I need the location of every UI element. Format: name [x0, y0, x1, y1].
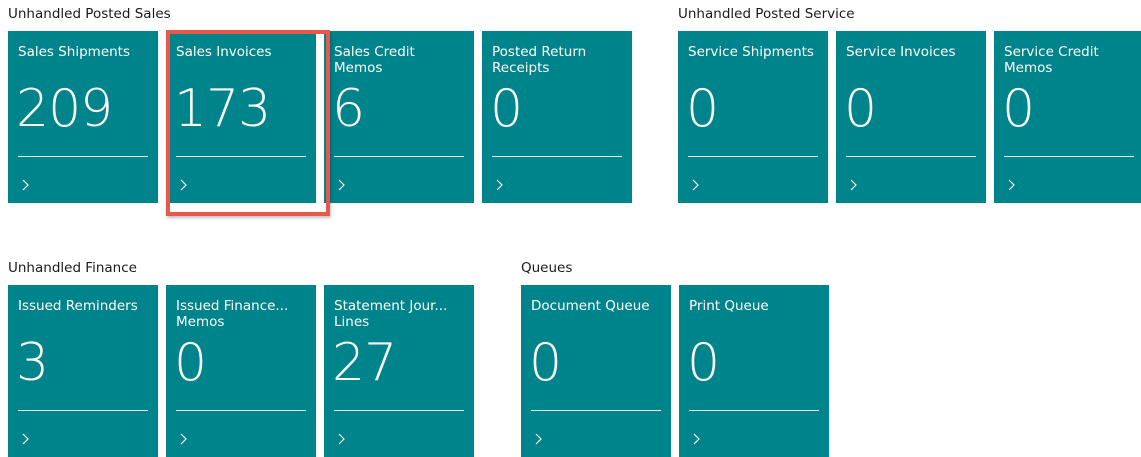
tile-row: Document Queue 0 Print Queue 0 [521, 285, 829, 457]
tile-label: Posted Return Receipts [492, 44, 587, 76]
tile-label: Statement Jour... Lines [334, 298, 448, 330]
tile-posted-return-receipts[interactable]: Posted Return Receipts 0 [482, 31, 632, 203]
group-title: Queues [521, 260, 573, 276]
tile-count: 0 [687, 333, 720, 393]
tile-label: Sales Credit Memos [334, 44, 415, 76]
group-title: Unhandled Finance [8, 260, 137, 276]
tile-row: Sales Shipments 209 Sales Invoices 173 S… [8, 31, 632, 203]
divider [846, 156, 976, 157]
divider [1004, 156, 1134, 157]
tile-label: Issued Reminders [18, 298, 138, 314]
tile-count: 0 [844, 79, 877, 139]
tile-label: Service Credit Memos [1004, 44, 1099, 76]
tile-count: 6 [332, 79, 365, 139]
tile-count: 0 [529, 333, 562, 393]
tile-label: Document Queue [531, 298, 650, 314]
tile-label: Issued Finance... Memos [176, 298, 289, 330]
group-title: Unhandled Posted Sales [8, 6, 171, 22]
chevron-right-icon[interactable] [494, 179, 506, 191]
divider [688, 156, 818, 157]
divider [334, 156, 464, 157]
tile-sales-shipments[interactable]: Sales Shipments 209 [8, 31, 158, 203]
chevron-right-icon[interactable] [336, 179, 348, 191]
divider [176, 410, 306, 411]
chevron-right-icon[interactable] [533, 433, 545, 445]
divider [18, 156, 148, 157]
tile-service-shipments[interactable]: Service Shipments 0 [678, 31, 828, 203]
tile-sales-credit-memos[interactable]: Sales Credit Memos 6 [324, 31, 474, 203]
tile-label: Service Invoices [846, 44, 956, 60]
tile-label: Print Queue [689, 298, 769, 314]
chevron-right-icon[interactable] [336, 433, 348, 445]
tile-count: 27 [332, 333, 397, 393]
tile-count: 0 [686, 79, 719, 139]
divider [334, 410, 464, 411]
group-title: Unhandled Posted Service [678, 6, 855, 22]
tile-sales-invoices[interactable]: Sales Invoices 173 [166, 31, 316, 203]
tile-count: 0 [1002, 79, 1035, 139]
tile-document-queue[interactable]: Document Queue 0 [521, 285, 671, 457]
tile-count: 173 [174, 79, 271, 139]
chevron-right-icon[interactable] [20, 433, 32, 445]
tile-row: Service Shipments 0 Service Invoices 0 S… [678, 31, 1141, 203]
divider [689, 410, 819, 411]
divider [531, 410, 661, 411]
divider [18, 410, 148, 411]
chevron-right-icon[interactable] [178, 179, 190, 191]
chevron-right-icon[interactable] [1006, 179, 1018, 191]
tile-row: Issued Reminders 3 Issued Finance... Mem… [8, 285, 474, 457]
chevron-right-icon[interactable] [178, 433, 190, 445]
tile-statement-journal-lines[interactable]: Statement Jour... Lines 27 [324, 285, 474, 457]
chevron-right-icon[interactable] [690, 179, 702, 191]
tile-service-credit-memos[interactable]: Service Credit Memos 0 [994, 31, 1141, 203]
tile-count: 3 [16, 333, 49, 393]
tile-print-queue[interactable]: Print Queue 0 [679, 285, 829, 457]
tile-issued-finance-memos[interactable]: Issued Finance... Memos 0 [166, 285, 316, 457]
chevron-right-icon[interactable] [848, 179, 860, 191]
divider [492, 156, 622, 157]
tile-count: 209 [16, 79, 113, 139]
chevron-right-icon[interactable] [691, 433, 703, 445]
tile-label: Service Shipments [688, 44, 814, 60]
tile-label: Sales Shipments [18, 44, 131, 60]
tile-count: 0 [174, 333, 207, 393]
tile-service-invoices[interactable]: Service Invoices 0 [836, 31, 986, 203]
tile-issued-reminders[interactable]: Issued Reminders 3 [8, 285, 158, 457]
divider [176, 156, 306, 157]
chevron-right-icon[interactable] [20, 179, 32, 191]
tile-count: 0 [490, 79, 523, 139]
tile-label: Sales Invoices [176, 44, 272, 60]
